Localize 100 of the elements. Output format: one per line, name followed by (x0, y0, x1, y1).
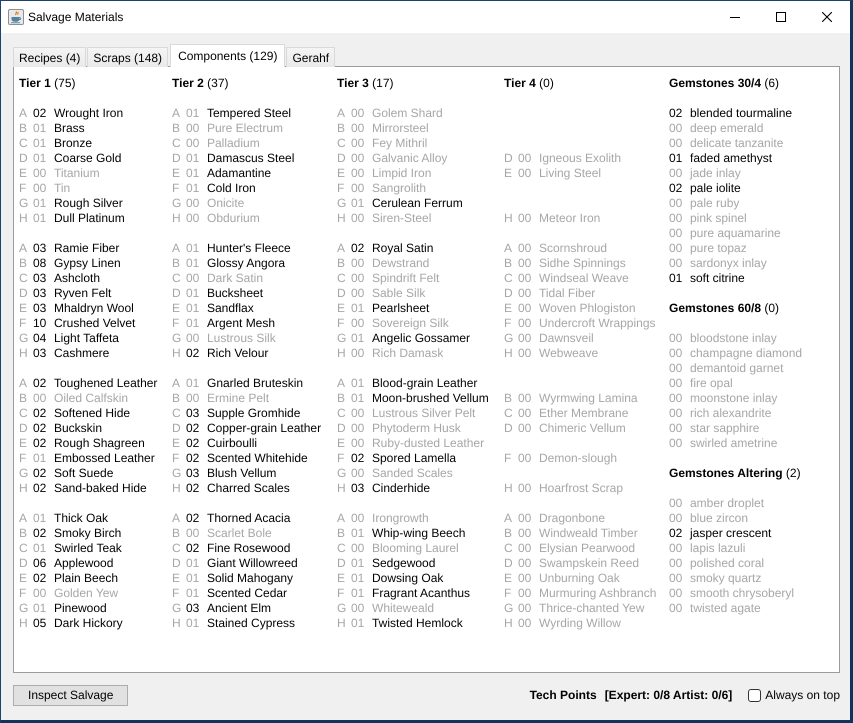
slot-letter: C (504, 271, 514, 286)
item-count: 01 (186, 376, 200, 391)
slot-letter: B (172, 256, 182, 271)
item-count: 00 (518, 391, 532, 406)
checkbox-label[interactable]: Always on top (765, 685, 840, 706)
item-name: Embossed Leather (54, 451, 155, 466)
item-count: 00 (669, 331, 684, 346)
item-name: blue zircon (690, 511, 748, 526)
slot-letter: H (504, 211, 514, 226)
item-count: 02 (186, 451, 200, 466)
item-count: 00 (351, 436, 366, 451)
item-count: 01 (351, 196, 366, 211)
item-name: smoky quartz (690, 571, 762, 586)
item-name: Charred Scales (207, 481, 290, 496)
item-name: bloodstone inlay (690, 331, 777, 346)
slot-letter: D (504, 286, 514, 301)
item-name: pure aquamarine (690, 226, 781, 241)
slot-letter: H (337, 481, 347, 496)
slot-letter: F (337, 316, 346, 331)
item-name: Pinewood (54, 601, 107, 616)
item-count: 03 (33, 271, 48, 286)
item-name: Palladium (207, 136, 260, 151)
slot-letter: A (337, 511, 346, 526)
item-count: 00 (186, 331, 200, 346)
item-count: 02 (33, 106, 48, 121)
slot-letter: F (172, 181, 180, 196)
item-count: 02 (33, 376, 48, 391)
slot-letter: E (337, 301, 346, 316)
item-count: 03 (33, 301, 48, 316)
item-name: Solid Mahogany (207, 571, 294, 586)
inspect-salvage-button[interactable]: Inspect Salvage (13, 685, 128, 706)
item-name: Dowsing Oak (372, 571, 444, 586)
item-count: 01 (186, 181, 200, 196)
item-count: 01 (186, 256, 200, 271)
slot-letter: E (172, 571, 182, 586)
item-name: Sangrolith (372, 181, 426, 196)
item-name: Elysian Pearwood (539, 541, 636, 556)
item-name: rich alexandrite (690, 406, 772, 421)
slot-letter: A (337, 106, 346, 121)
column-heading: Tier 3 (17) (337, 76, 394, 91)
item-count: 00 (351, 136, 366, 151)
item-count: 00 (518, 271, 532, 286)
minimize-icon[interactable] (730, 16, 740, 18)
slot-letter: C (172, 406, 182, 421)
slot-letter: B (337, 391, 346, 406)
item-name: Soft Suede (54, 466, 114, 481)
slot-letter: E (337, 436, 346, 451)
slot-letter: G (172, 601, 182, 616)
item-count: 01 (186, 166, 200, 181)
item-name: pure topaz (690, 241, 747, 256)
slot-letter: D (337, 286, 347, 301)
item-name: Thorned Acacia (207, 511, 290, 526)
slot-letter: G (19, 196, 30, 211)
item-count: 02 (33, 571, 48, 586)
close-icon[interactable] (822, 12, 832, 22)
item-name: Supple Gromhide (207, 406, 300, 421)
slot-letter: E (19, 301, 28, 316)
item-name: Tidal Fiber (539, 286, 596, 301)
item-name: Toughened Leather (54, 376, 158, 391)
item-count: 01 (186, 556, 200, 571)
slot-letter: D (504, 421, 514, 436)
slot-letter: C (172, 541, 182, 556)
item-count: 03 (33, 241, 48, 256)
slot-letter: C (504, 406, 514, 421)
item-count: 00 (518, 316, 532, 331)
maximize-icon[interactable] (776, 12, 786, 22)
item-count: 00 (518, 166, 532, 181)
slot-letter: H (337, 616, 347, 631)
item-name: Ramie Fiber (54, 241, 120, 256)
item-name: Blush Vellum (207, 466, 276, 481)
tab[interactable]: Recipes (4) (13, 47, 86, 67)
slot-letter: C (337, 271, 347, 286)
item-name: Limpid Iron (372, 166, 432, 181)
slot-letter: E (504, 166, 514, 181)
tab[interactable]: Scraps (148) (87, 47, 168, 67)
slot-letter: F (337, 586, 346, 601)
item-count: 01 (33, 121, 48, 136)
tab[interactable]: Components (129) (170, 44, 286, 67)
slot-letter: E (337, 166, 346, 181)
slot-letter: H (504, 346, 514, 361)
item-name: faded amethyst (690, 151, 772, 166)
item-name: Scornshroud (539, 241, 608, 256)
always-on-top-checkbox[interactable] (748, 689, 762, 702)
item-count: 01 (351, 586, 366, 601)
item-count: 01 (186, 301, 200, 316)
slot-letter: B (337, 121, 346, 136)
item-name: Royal Satin (372, 241, 434, 256)
slot-letter: G (19, 331, 30, 346)
item-count: 01 (33, 511, 48, 526)
item-name: Gnarled Bruteskin (207, 376, 304, 391)
item-count: 00 (669, 421, 684, 436)
item-name: Wyrmwing Lamina (539, 391, 638, 406)
item-count: 00 (518, 211, 532, 226)
item-name: swirled ametrine (690, 436, 778, 451)
slot-letter: D (172, 421, 182, 436)
item-count: 00 (351, 286, 366, 301)
item-count: 03 (33, 346, 48, 361)
tab[interactable]: Gerahf (286, 47, 336, 67)
item-count: 00 (518, 346, 532, 361)
item-name: Tempered Steel (207, 106, 292, 121)
